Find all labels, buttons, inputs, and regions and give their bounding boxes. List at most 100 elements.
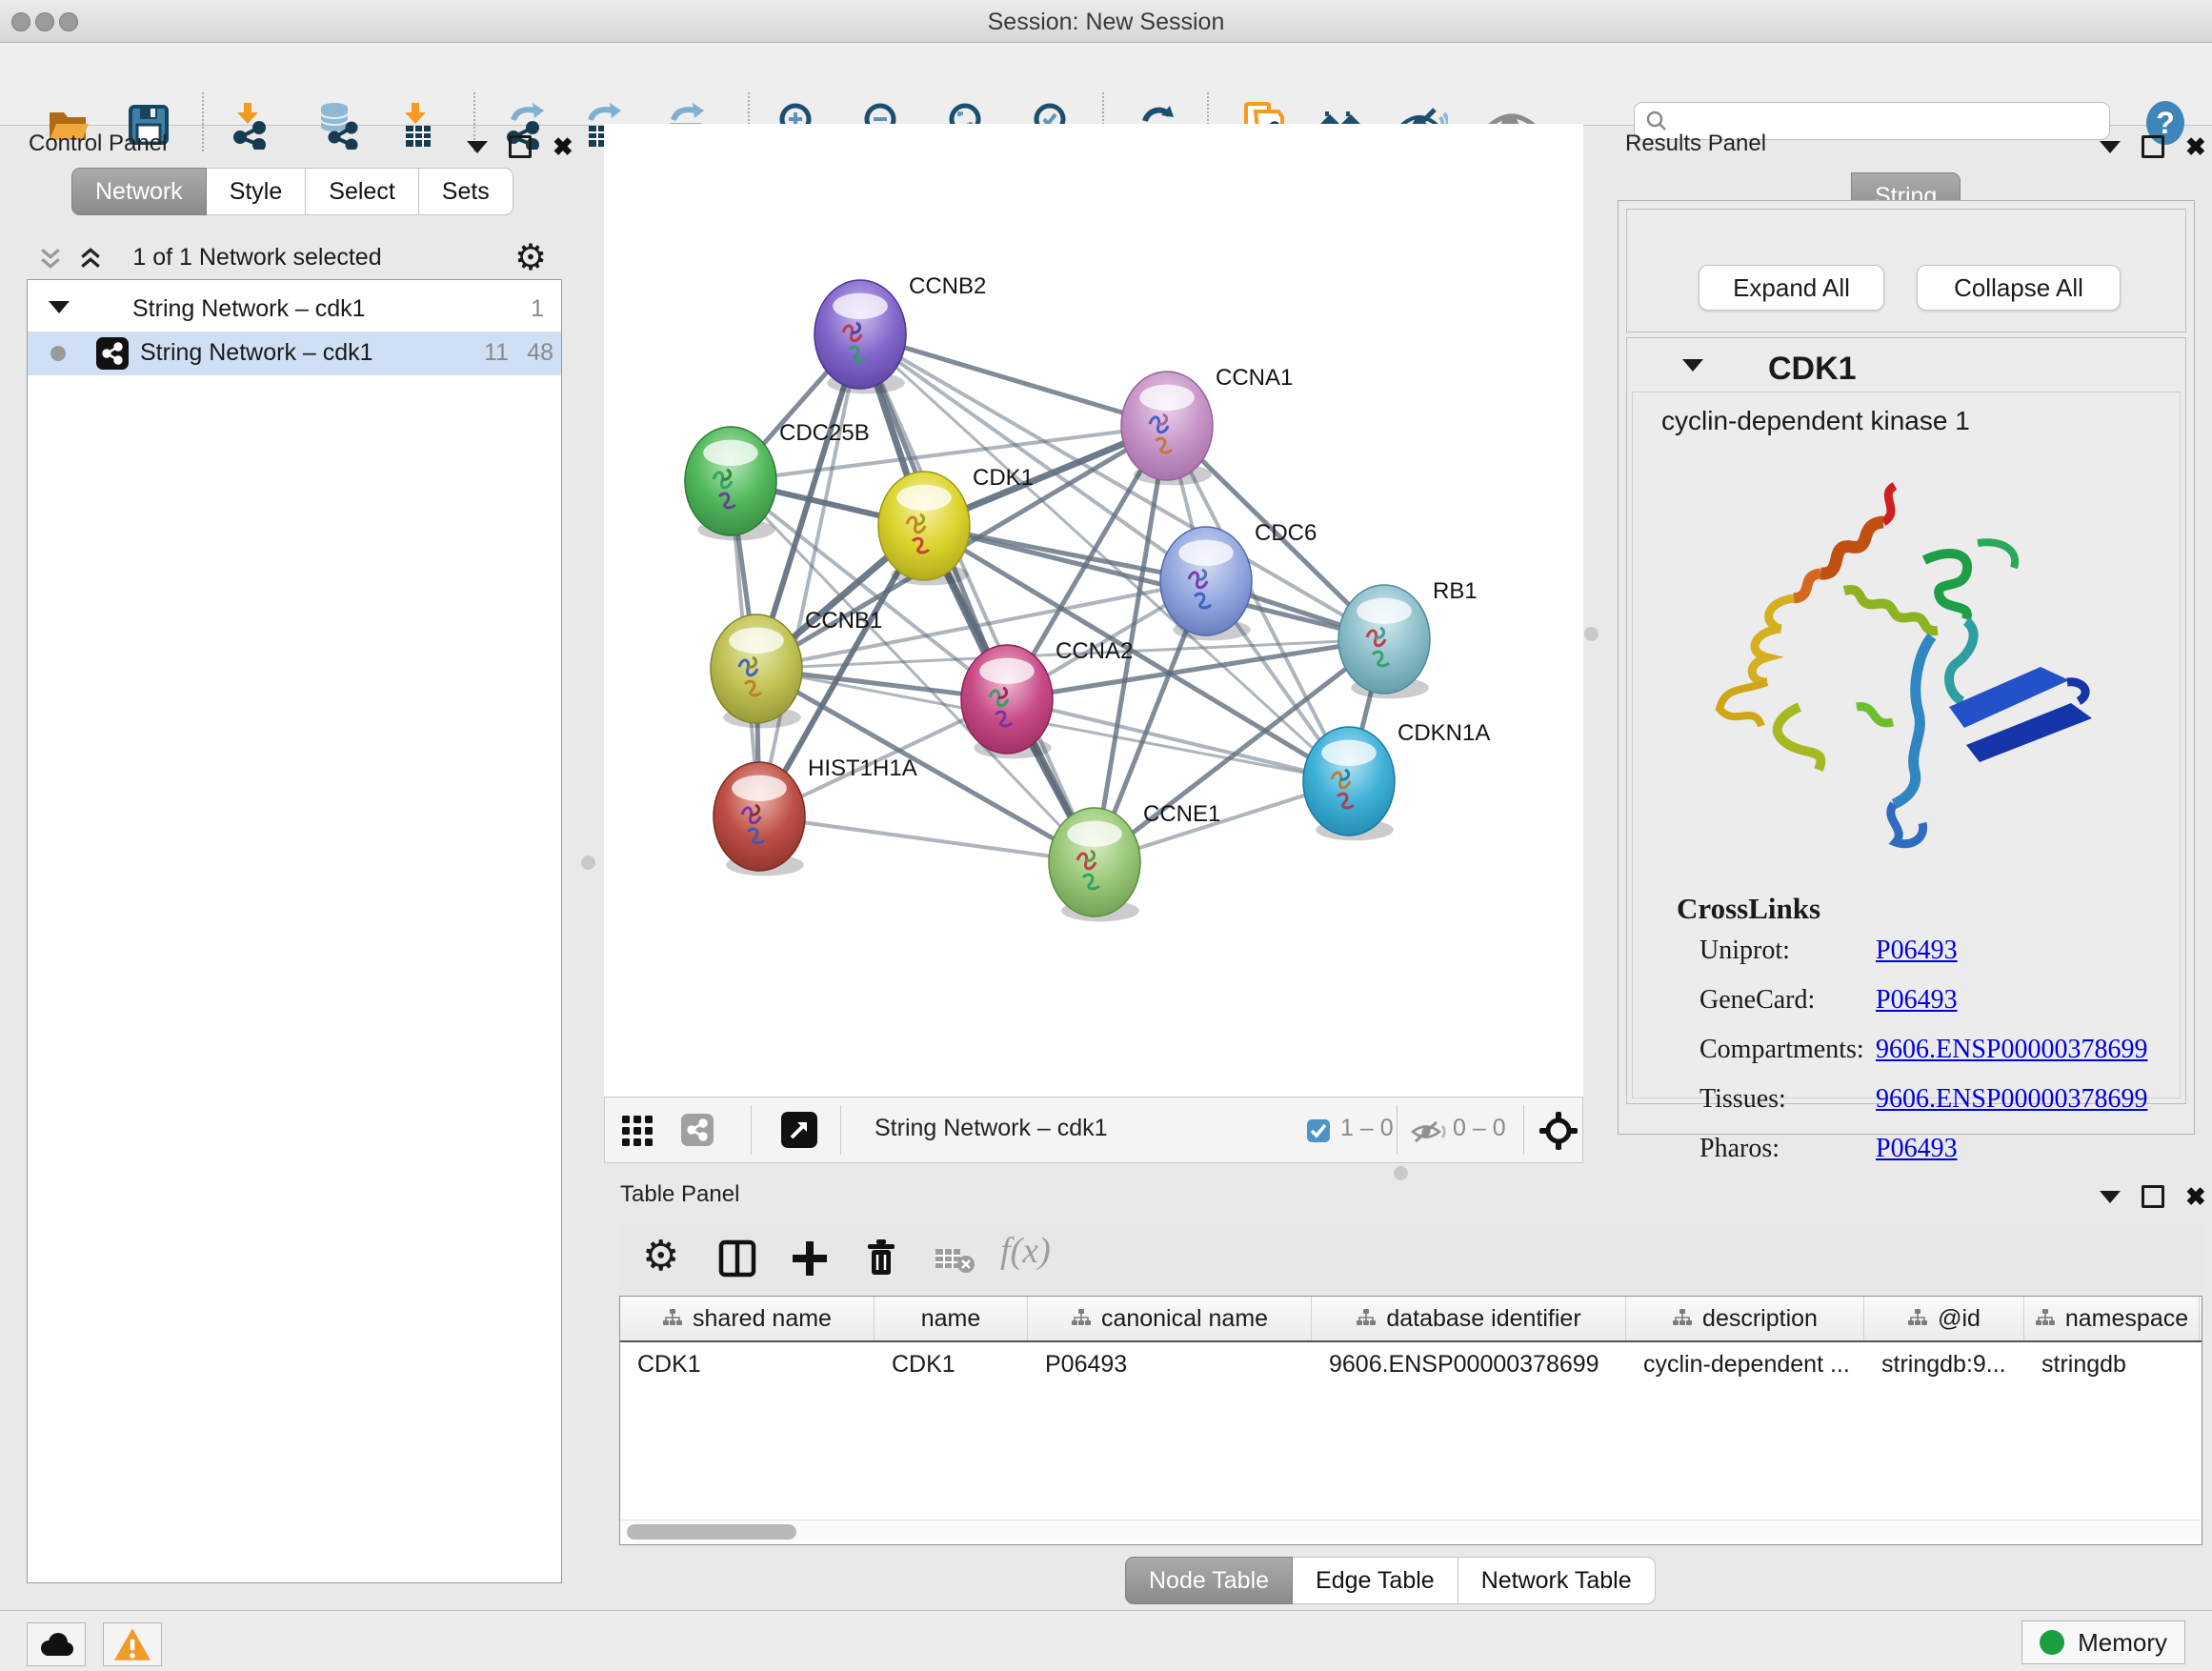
collapse-all-button[interactable]: Collapse All	[1917, 265, 2121, 311]
network-list-toolbar: 1 of 1 Network selected ⚙	[0, 240, 572, 274]
network-view-title: String Network – cdk1	[875, 1115, 1108, 1142]
column-header-database-identifier[interactable]: database identifier	[1312, 1297, 1626, 1340]
crosslink-link[interactable]: P06493	[1876, 1134, 1958, 1163]
panel-menu-icon[interactable]	[467, 141, 488, 153]
network-share-icon[interactable]	[681, 1114, 714, 1146]
crosslink-link[interactable]: 9606.ENSP00000378699	[1876, 1084, 2147, 1114]
panel-menu-icon[interactable]	[2100, 141, 2121, 153]
column-header-shared-name[interactable]: shared name	[620, 1297, 875, 1340]
selected-checkbox-icon[interactable]	[1306, 1118, 1331, 1143]
tab-edge-table[interactable]: Edge Table	[1293, 1557, 1458, 1604]
table-cell[interactable]: 9606.ENSP00000378699	[1312, 1342, 1626, 1386]
table-panel-title: Table Panel	[620, 1181, 739, 1208]
column-header-canonical-name[interactable]: canonical name	[1028, 1297, 1312, 1340]
panel-menu-icon[interactable]	[2100, 1191, 2121, 1203]
network-collection-row[interactable]: String Network – cdk1 1	[28, 288, 561, 332]
table-cell[interactable]: P06493	[1028, 1342, 1312, 1386]
panel-float-icon[interactable]	[2142, 135, 2164, 158]
table-cell[interactable]: stringdb:9...	[1864, 1342, 2024, 1386]
control-panel-controls: ✖	[467, 135, 573, 158]
column-header-@id[interactable]: @id	[1864, 1297, 2024, 1340]
crosslink-link[interactable]: P06493	[1876, 985, 1958, 1015]
memory-button[interactable]: Memory	[2021, 1621, 2185, 1664]
birds-eye-view-icon[interactable]	[1538, 1111, 1579, 1151]
collection-expand-icon[interactable]	[49, 301, 70, 313]
crosslink-link[interactable]: P06493	[1876, 936, 1958, 965]
network-edge-CCNB2-CCNE1[interactable]	[860, 334, 1095, 862]
import-network-from-file-icon[interactable]	[223, 100, 272, 150]
gene-card-collapse-icon[interactable]	[1682, 359, 1703, 372]
panel-close-icon[interactable]: ✖	[2185, 1187, 2206, 1206]
grid-view-icon[interactable]	[620, 1114, 654, 1148]
open-view-icon[interactable]	[781, 1112, 817, 1148]
table-cell[interactable]: stringdb	[2024, 1342, 2200, 1386]
crosslink-label: Tissues:	[1699, 1084, 1876, 1115]
expand-all-button[interactable]: Expand All	[1699, 265, 1884, 311]
column-header-namespace[interactable]: namespace	[2024, 1297, 2200, 1340]
table-row[interactable]: CDK1CDK1P064939606.ENSP00000378699cyclin…	[620, 1342, 2202, 1386]
network-node-RB1[interactable]: RB1	[1338, 578, 1478, 698]
network-node-CDK1[interactable]: CDK1	[878, 465, 1034, 585]
left-splitter-handle[interactable]	[581, 856, 595, 870]
network-node-CCNB1[interactable]: CCNB1	[711, 608, 882, 728]
network-node-HIST1H1A[interactable]: HIST1H1A	[714, 755, 917, 876]
network-node-CCNB2[interactable]: CCNB2	[814, 273, 986, 393]
gene-symbol: CDK1	[1768, 351, 1857, 388]
network-row-selected[interactable]: String Network – cdk1 11 48	[28, 332, 561, 375]
tab-network[interactable]: Network	[71, 168, 207, 215]
import-network-from-database-icon[interactable]	[313, 100, 363, 150]
crosslink-label: Compartments:	[1699, 1035, 1876, 1065]
network-node-CDC25B[interactable]: CDC25B	[685, 420, 870, 540]
tab-style[interactable]: Style	[207, 168, 307, 215]
table-options-gear-icon[interactable]: ⚙	[642, 1232, 679, 1280]
panel-float-icon[interactable]	[2142, 1185, 2164, 1208]
panel-float-icon[interactable]	[509, 135, 532, 158]
show-columns-icon[interactable]	[716, 1238, 758, 1279]
column-header-name[interactable]: name	[875, 1297, 1028, 1340]
hierarchy-icon	[2035, 1308, 2056, 1329]
node-label-CDC25B: CDC25B	[779, 420, 870, 446]
add-column-icon[interactable]	[789, 1238, 831, 1279]
table-toolbar: ⚙ f(x)	[619, 1224, 2202, 1291]
panel-close-icon[interactable]: ✖	[2185, 137, 2206, 156]
warning-icon	[112, 1626, 152, 1662]
node-label-CCNB2: CCNB2	[909, 273, 986, 299]
warnings-button[interactable]	[103, 1622, 162, 1666]
gene-card-body: cyclin-dependent kinase 1	[1632, 392, 2181, 1098]
network-edge-HIST1H1A-CCNE1[interactable]	[759, 816, 1095, 862]
network-node-CDC6[interactable]: CDC6	[1160, 520, 1317, 640]
table-horizontal-scrollbar[interactable]	[621, 1520, 2201, 1543]
node-label-CCNB1: CCNB1	[805, 608, 882, 634]
panel-close-icon[interactable]: ✖	[553, 137, 573, 156]
gene-card-cdk1: CDK1 cyclin-dependent kinase 1	[1626, 337, 2186, 1104]
network-node-CCNE1[interactable]: CCNE1	[1049, 801, 1220, 921]
hierarchy-icon	[1672, 1308, 1693, 1329]
crosslink-row: Compartments:9606.ENSP00000378699	[1699, 1035, 2147, 1065]
function-builder-icon: f(x)	[1000, 1230, 1051, 1272]
network-edge-CCNB2-HIST1H1A[interactable]	[759, 334, 860, 816]
table-cell[interactable]: CDK1	[620, 1342, 875, 1386]
gene-card-header[interactable]: CDK1	[1627, 338, 2185, 392]
tab-network-table[interactable]: Network Table	[1458, 1557, 1656, 1604]
tab-node-table[interactable]: Node Table	[1125, 1557, 1293, 1604]
scrollbar-thumb[interactable]	[627, 1524, 796, 1540]
network-canvas[interactable]: CCNB2CCNA1CDC25BCDK1CDC6RB1CCNB1CCNA2CDK…	[604, 124, 1583, 1097]
network-edge-count: 48	[527, 339, 553, 367]
table-cell[interactable]: cyclin-dependent ...	[1626, 1342, 1864, 1386]
crosslink-link[interactable]: 9606.ENSP00000378699	[1876, 1035, 2147, 1064]
network-node-CDKN1A[interactable]: CDKN1A	[1303, 720, 1490, 840]
tab-sets[interactable]: Sets	[419, 168, 513, 215]
right-splitter-handle[interactable]	[1584, 627, 1599, 641]
import-table-from-file-icon[interactable]	[391, 100, 440, 150]
control-panel-tabs: NetworkStyleSelectSets	[71, 168, 513, 215]
cytoscape-window: Session: New Session	[0, 0, 2212, 1671]
crosslink-row: Uniprot:P06493	[1699, 936, 1958, 966]
network-edge-CCNB2-CCNA1[interactable]	[860, 334, 1167, 426]
column-header-description[interactable]: description	[1626, 1297, 1864, 1340]
table-cell[interactable]: CDK1	[875, 1342, 1028, 1386]
cloud-status-button[interactable]	[27, 1622, 86, 1666]
network-list-options-gear-icon[interactable]: ⚙	[514, 236, 547, 279]
tab-select[interactable]: Select	[306, 168, 418, 215]
delete-column-icon[interactable]	[859, 1236, 903, 1279]
bottom-splitter-handle[interactable]	[1394, 1166, 1408, 1180]
